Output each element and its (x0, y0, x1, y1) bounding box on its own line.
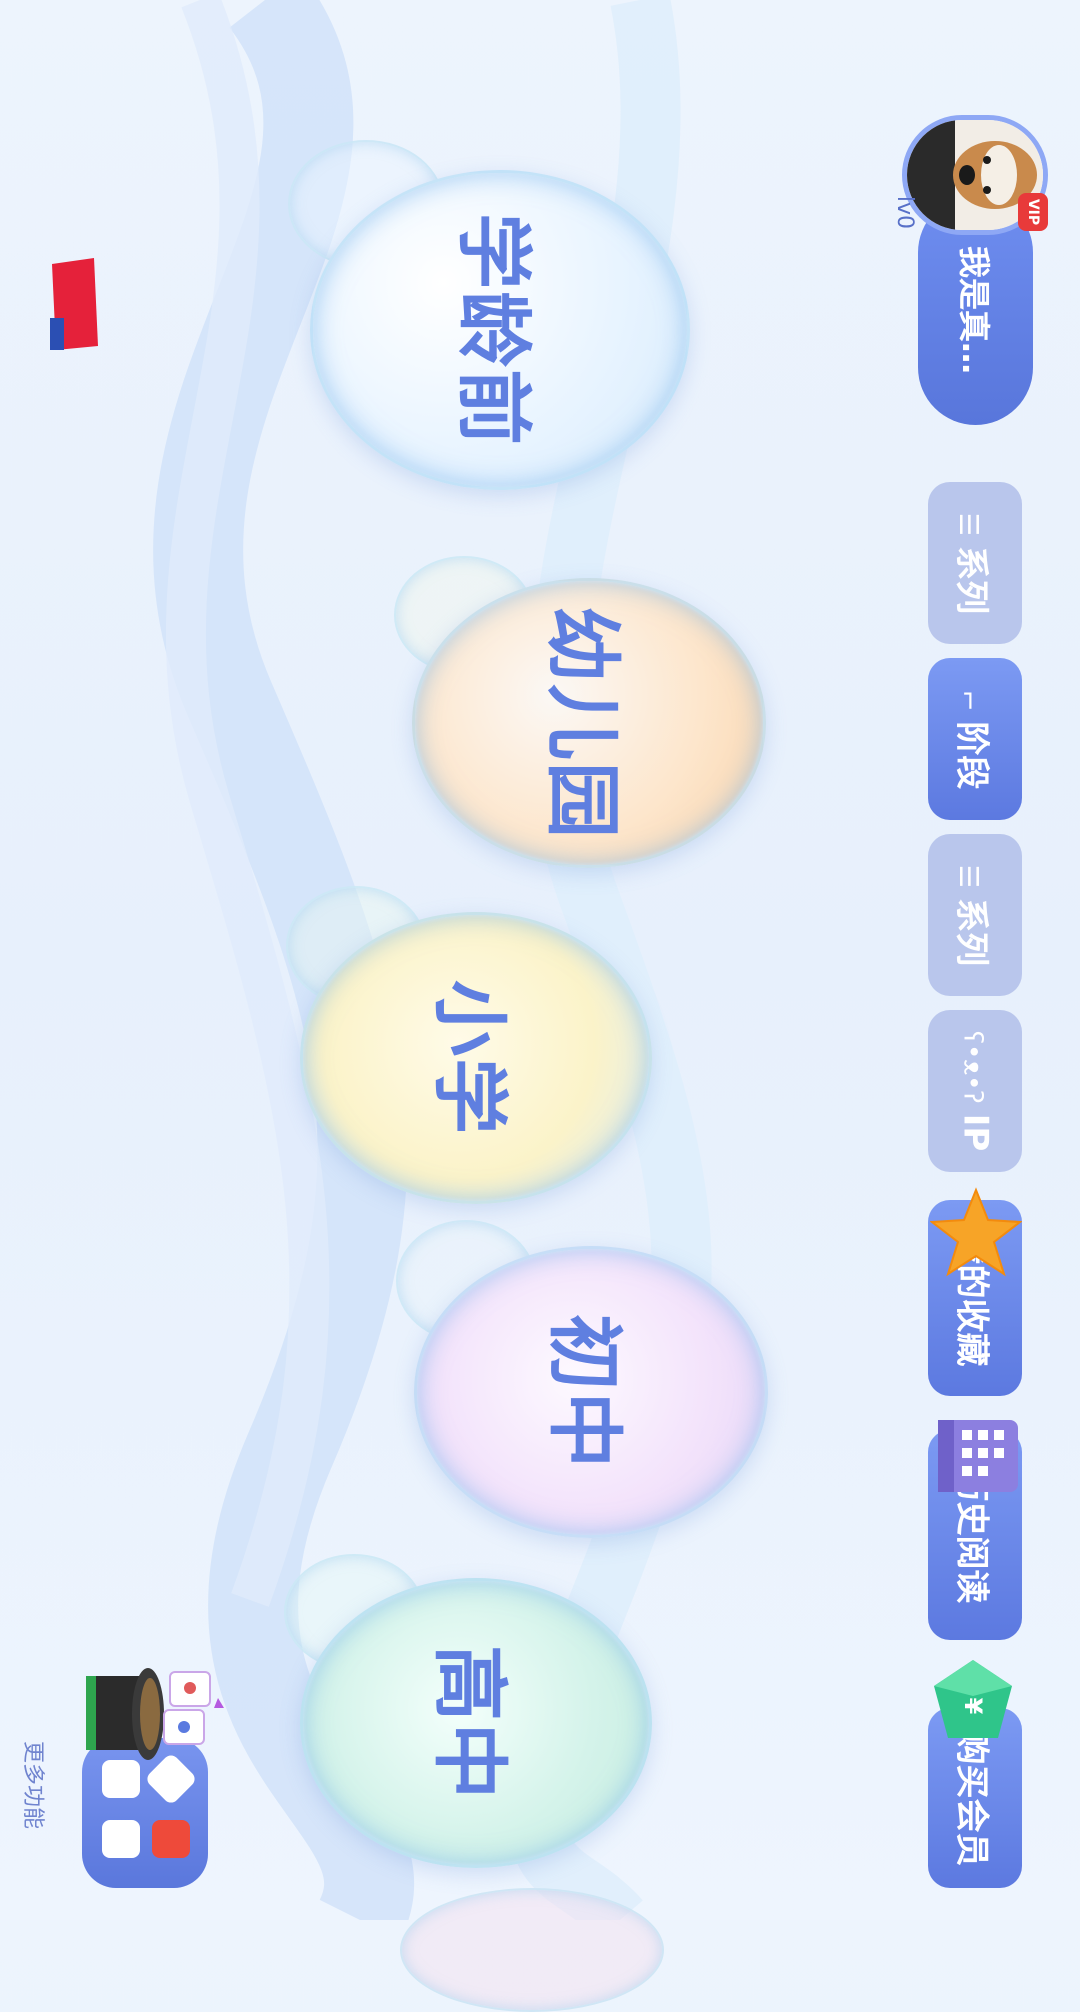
level-label: lv0 (892, 195, 918, 230)
bear-icon: ʕ•ᴥ•ʔ (957, 1030, 988, 1104)
stage-bubble-high-school[interactable]: 高中 (300, 1578, 652, 1868)
stage-bubble-kindergarten[interactable]: 幼儿园 (412, 578, 766, 868)
highlights-library-logo (48, 258, 98, 350)
star-icon (929, 1186, 1023, 1278)
tab-series-2[interactable]: ☰系列 (928, 834, 1022, 996)
stage-bubble-middle-school[interactable]: 初中 (414, 1246, 768, 1538)
stage-bubble-primary[interactable]: 小学 (300, 912, 652, 1204)
list-icon: ☰ (953, 512, 984, 536)
magic-hat-icon (78, 1658, 234, 1766)
tab-ip[interactable]: ʕ•ᴥ•ʔIP (928, 1010, 1022, 1172)
tab-stage[interactable]: ⌐阶段 (928, 658, 1022, 820)
decorative-bubble-partial (400, 1888, 664, 2012)
gem-icon: ¥ (928, 1656, 1018, 1746)
svg-text:¥: ¥ (959, 1698, 987, 1715)
tab-series[interactable]: ☰系列 (928, 482, 1022, 644)
stairs-icon: ⌐ (953, 689, 984, 711)
list-icon: ☰ (953, 864, 984, 888)
more-functions-label: 更多功能 (20, 1740, 46, 1830)
vip-badge: VIP (1018, 193, 1048, 231)
calendar-icon (932, 1414, 1024, 1496)
stage-bubble-preschool[interactable]: 学龄前 (310, 170, 690, 490)
profile-name: 我是真… (954, 245, 993, 375)
